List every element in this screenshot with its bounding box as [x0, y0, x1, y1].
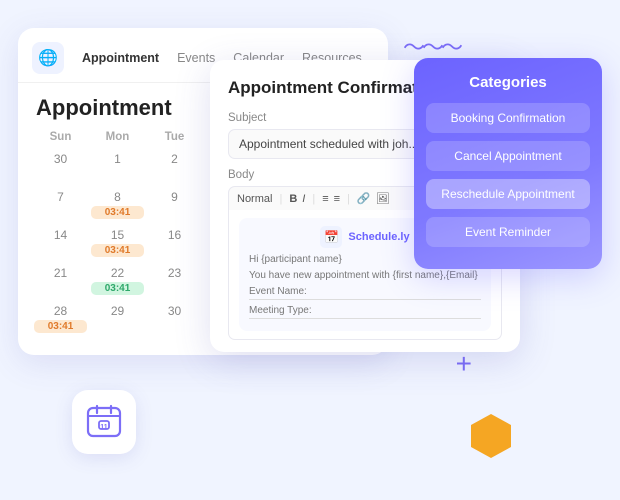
toolbar-list1[interactable]: ≡	[322, 193, 328, 205]
category-event-reminder[interactable]: Event Reminder	[426, 217, 590, 247]
calendar-cell[interactable]: 2803:41	[32, 301, 89, 337]
day-tue: Tue	[146, 129, 203, 145]
categories-panel: Categories Booking Confirmation Cancel A…	[414, 58, 602, 269]
categories-title: Categories	[414, 74, 602, 91]
calendar-cell[interactable]: 30	[32, 149, 89, 185]
globe-icon: 🌐	[32, 42, 64, 74]
toolbar-italic[interactable]: I	[302, 193, 305, 205]
calendar-cell[interactable]: 2	[146, 149, 203, 185]
calendar-cell[interactable]: 803:41	[89, 187, 146, 223]
calendar-cell[interactable]: 16	[146, 225, 203, 261]
nav-appointment[interactable]: Appointment	[82, 51, 159, 65]
day-sun: Sun	[32, 129, 89, 145]
calendar-cell[interactable]: 14	[32, 225, 89, 261]
nav-events[interactable]: Events	[177, 51, 215, 65]
toolbar-sep3: |	[347, 193, 350, 205]
toolbar-bold[interactable]: B	[289, 193, 297, 205]
float-calendar-icon: 11	[72, 390, 136, 454]
schedule-logo-text: Schedule.ly	[348, 231, 409, 243]
schedule-logo-icon: 📅	[320, 226, 342, 248]
calendar-cell[interactable]: 7	[32, 187, 89, 223]
calendar-cell[interactable]: 9	[146, 187, 203, 223]
hex-decoration	[467, 412, 515, 460]
toolbar-normal[interactable]: Normal	[237, 193, 272, 205]
calendar-cell[interactable]: 2203:41	[89, 263, 146, 299]
toolbar-sep2: |	[312, 193, 315, 205]
toolbar-link[interactable]: 🔗	[357, 192, 371, 205]
email-body-text: You have new appointment with {first nam…	[249, 270, 481, 281]
toolbar-list2[interactable]: ≡	[334, 193, 340, 205]
calendar-cell[interactable]: 21	[32, 263, 89, 299]
svg-text:11: 11	[100, 424, 108, 431]
toolbar-image[interactable]: 🖼	[376, 192, 390, 205]
day-mon: Mon	[89, 129, 146, 145]
calendar-cell[interactable]: 1	[89, 149, 146, 185]
category-booking-confirmation[interactable]: Booking Confirmation	[426, 103, 590, 133]
category-cancel-appointment[interactable]: Cancel Appointment	[426, 141, 590, 171]
calendar-cell[interactable]: 29	[89, 301, 146, 337]
calendar-cell[interactable]: 23	[146, 263, 203, 299]
toolbar-sep1: |	[279, 193, 282, 205]
calendar-cell[interactable]: 1503:41	[89, 225, 146, 261]
meeting-type-field: Meeting Type:	[249, 305, 481, 319]
plus-decoration: +	[456, 348, 472, 380]
event-name-field: Event Name:	[249, 286, 481, 300]
category-reschedule-appointment[interactable]: Reschedule Appointment	[426, 179, 590, 209]
calendar-cell[interactable]: 30	[146, 301, 203, 337]
